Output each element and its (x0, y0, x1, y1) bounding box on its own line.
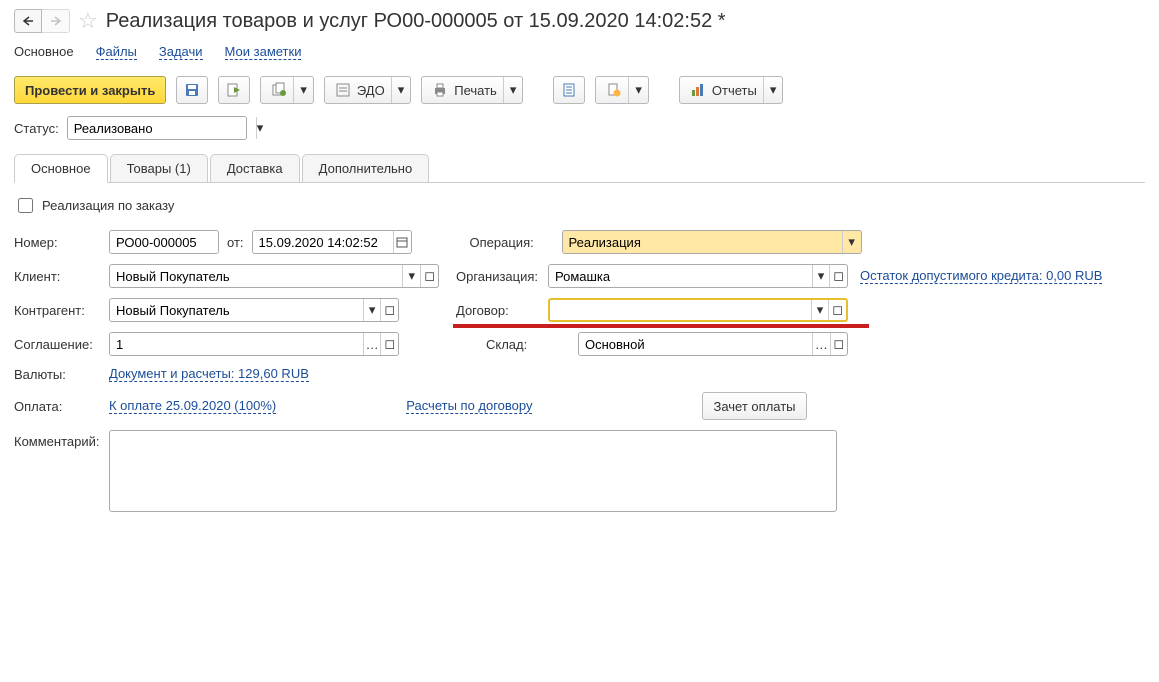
warehouse-field[interactable]: … ◻ (578, 332, 848, 356)
client-label: Клиент: (14, 269, 109, 284)
chevron-down-icon[interactable]: ▾ (811, 300, 829, 320)
docs-icon (271, 82, 287, 98)
chart-icon (690, 82, 706, 98)
status-label: Статус: (14, 121, 59, 136)
edo-button[interactable]: ЭДО ▾ (324, 76, 411, 104)
contract-field[interactable]: ▾ ◻ (548, 298, 848, 322)
chevron-down-icon[interactable]: ▾ (402, 265, 420, 287)
floppy-icon (184, 82, 200, 98)
attach-button[interactable]: ▾ (595, 76, 649, 104)
chevron-down-icon: ▾ (391, 77, 411, 103)
open-icon[interactable]: ◻ (420, 265, 438, 287)
from-label: от: (227, 235, 244, 250)
counterparty-field[interactable]: ▾ ◻ (109, 298, 399, 322)
list-icon (561, 82, 577, 98)
credit-link[interactable]: Остаток допустимого кредита: 0,00 RUB (860, 268, 1102, 284)
page-title: Реализация товаров и услуг РО00-000005 о… (106, 10, 726, 33)
favorite-star-icon[interactable]: ☆ (78, 8, 98, 34)
operation-label: Операция: (470, 235, 562, 250)
nav-files[interactable]: Файлы (96, 44, 137, 60)
open-icon[interactable]: ◻ (828, 300, 846, 320)
contract-label: Договор: (456, 303, 548, 318)
tab-extra[interactable]: Дополнительно (302, 154, 430, 182)
comment-textarea[interactable] (109, 430, 837, 512)
nav-notes[interactable]: Мои заметки (225, 44, 302, 60)
org-label: Организация: (456, 269, 548, 284)
calendar-icon[interactable] (393, 231, 411, 253)
tab-main[interactable]: Основное (14, 154, 108, 183)
edo-icon (335, 82, 351, 98)
by-order-label: Реализация по заказу (42, 198, 174, 213)
comment-label: Комментарий: (14, 430, 109, 512)
nav-forward-button[interactable] (42, 9, 70, 33)
chevron-down-icon[interactable]: ▾ (256, 117, 264, 139)
post-and-close-button[interactable]: Провести и закрыть (14, 76, 166, 104)
open-icon[interactable]: ◻ (830, 333, 847, 355)
printer-icon (432, 82, 448, 98)
chevron-down-icon: ▾ (763, 77, 783, 103)
post-button[interactable] (218, 76, 250, 104)
open-icon[interactable]: ◻ (380, 333, 398, 355)
offset-payment-button[interactable]: Зачет оплаты (702, 392, 806, 420)
by-order-checkbox[interactable] (18, 198, 33, 213)
client-field[interactable]: ▾ ◻ (109, 264, 439, 288)
chevron-down-icon[interactable]: ▾ (812, 265, 830, 287)
arrow-right-icon (50, 16, 62, 26)
date-field[interactable] (252, 230, 412, 254)
agreement-field[interactable]: … ◻ (109, 332, 399, 356)
attach-icon (606, 82, 622, 98)
nav-back-button[interactable] (14, 9, 42, 33)
ellipsis-icon[interactable]: … (812, 333, 829, 355)
chevron-down-icon[interactable]: ▾ (363, 299, 381, 321)
payment-link[interactable]: К оплате 25.09.2020 (100%) (109, 398, 276, 414)
warehouse-label: Склад: (486, 337, 578, 352)
post-icon (226, 82, 242, 98)
tab-delivery[interactable]: Доставка (210, 154, 300, 182)
number-label: Номер: (14, 235, 109, 250)
reports-button[interactable]: Отчеты ▾ (679, 76, 783, 104)
chevron-down-icon: ▾ (503, 77, 523, 103)
chevron-down-icon[interactable]: ▾ (842, 231, 861, 253)
status-select[interactable]: ▾ (67, 116, 247, 140)
open-icon[interactable]: ◻ (829, 265, 847, 287)
operation-field[interactable]: ▾ (562, 230, 862, 254)
agreement-label: Соглашение: (14, 337, 109, 352)
save-button[interactable] (176, 76, 208, 104)
arrow-left-icon (22, 16, 34, 26)
org-field[interactable]: ▾ ◻ (548, 264, 848, 288)
nav-tasks[interactable]: Задачи (159, 44, 203, 60)
create-based-button[interactable]: ▾ (260, 76, 314, 104)
currency-link[interactable]: Документ и расчеты: 129,60 RUB (109, 366, 309, 382)
nav-main[interactable]: Основное (14, 44, 74, 60)
calc-by-contract-link[interactable]: Расчеты по договору (406, 398, 532, 414)
chevron-down-icon: ▾ (628, 77, 648, 103)
payment-label: Оплата: (14, 399, 109, 414)
vat-button[interactable] (553, 76, 585, 104)
open-icon[interactable]: ◻ (380, 299, 398, 321)
currency-label: Валюты: (14, 367, 109, 382)
tab-goods[interactable]: Товары (1) (110, 154, 208, 182)
number-field[interactable] (109, 230, 219, 254)
counterparty-label: Контрагент: (14, 303, 109, 318)
red-highlight (453, 324, 869, 328)
print-button[interactable]: Печать ▾ (421, 76, 523, 104)
ellipsis-icon[interactable]: … (363, 333, 381, 355)
chevron-down-icon: ▾ (293, 77, 313, 103)
